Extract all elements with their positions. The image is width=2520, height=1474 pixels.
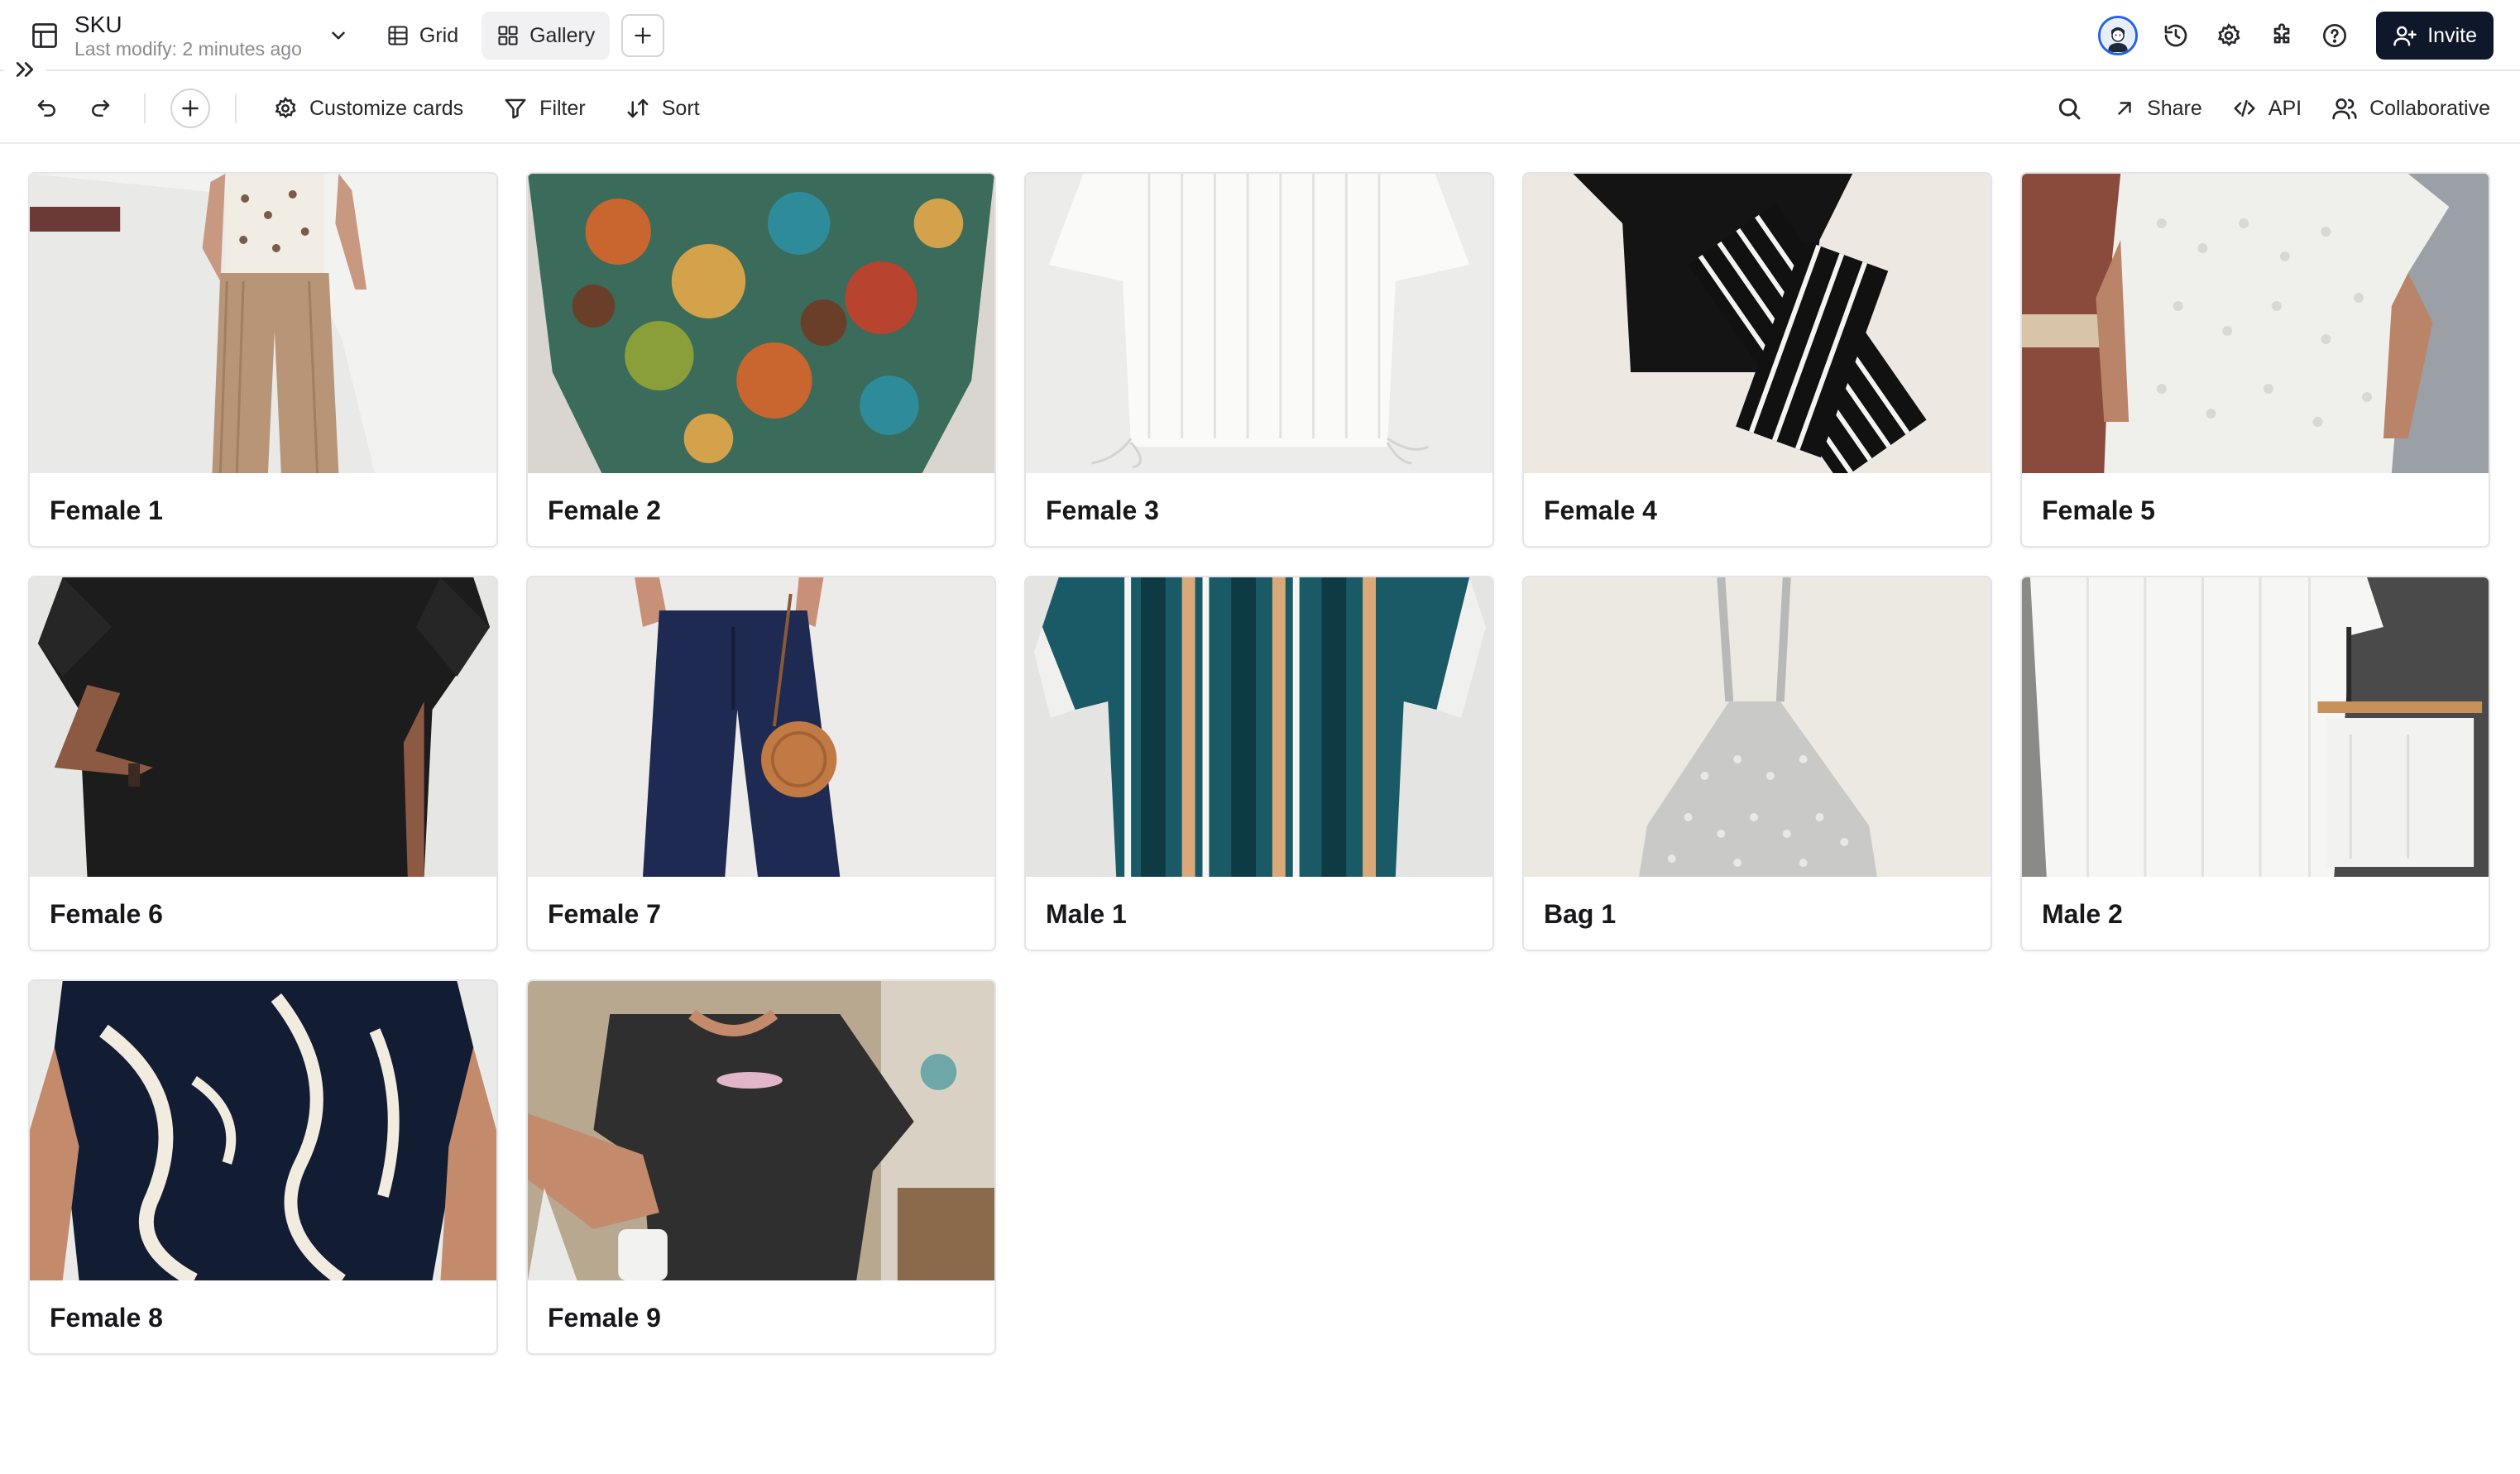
table-title-block: SKU Last modify: 2 minutes ago [74, 12, 302, 60]
share-label: Share [2147, 96, 2202, 120]
product-image [1524, 577, 1991, 877]
toolbar-divider [144, 93, 146, 123]
table-header: SKU Last modify: 2 minutes ago Grid Gall… [26, 10, 665, 61]
gallery-card[interactable]: Female 7 [526, 576, 996, 951]
product-image [2022, 577, 2489, 877]
api-label: API [2268, 96, 2302, 120]
product-image [1524, 174, 1991, 473]
product-image [30, 577, 496, 877]
invite-label: Invite [2427, 23, 2477, 47]
gallery-card[interactable]: Female 8 [28, 979, 498, 1355]
expand-sidebar-icon[interactable] [3, 53, 46, 86]
product-image [1026, 577, 1492, 877]
add-record-button[interactable] [170, 89, 210, 128]
gallery-grid: Female 1 Female 2 Female 3 Female 4 Fema… [28, 172, 2510, 1355]
toolbar-right: Share API Collaborative [2046, 73, 2500, 144]
card-title: Male 1 [1046, 898, 1127, 929]
customize-cards-label: Customize cards [309, 96, 464, 120]
invite-button[interactable]: Invite [2376, 12, 2494, 60]
view-tab-grid[interactable]: Grid [371, 12, 473, 60]
product-image [528, 981, 994, 1280]
card-title: Female 9 [548, 1302, 661, 1333]
gallery-card[interactable]: Female 9 [526, 979, 996, 1355]
gallery-card[interactable]: Female 2 [526, 172, 996, 548]
top-header: SKU Last modify: 2 minutes ago Grid Gall… [0, 0, 2520, 71]
product-image [30, 981, 496, 1280]
api-button[interactable]: API [2222, 85, 2312, 132]
card-title: Female 2 [548, 495, 661, 525]
help-icon[interactable] [2315, 16, 2355, 55]
gallery-card[interactable]: Male 2 [2020, 576, 2490, 951]
product-image [528, 174, 994, 473]
card-title: Female 5 [2042, 495, 2155, 525]
table-icon[interactable] [26, 17, 63, 54]
undo-icon[interactable] [28, 89, 66, 127]
plus-icon [635, 27, 652, 44]
gallery-card[interactable]: Male 1 [1024, 576, 1494, 951]
card-title: Female 4 [1544, 495, 1657, 525]
arrow-up-right-icon [2118, 102, 2131, 115]
product-image [2022, 174, 2489, 473]
product-image [528, 577, 994, 877]
toolbar-left: Customize cards Filter Sort [28, 73, 711, 144]
collaborative-button[interactable]: Collaborative [2321, 85, 2500, 132]
product-image [30, 174, 496, 473]
avatar[interactable] [2098, 16, 2139, 55]
card-title: Female 1 [50, 495, 163, 525]
filter-label: Filter [539, 96, 586, 120]
add-view-button[interactable] [621, 14, 665, 57]
toolbar-divider [235, 93, 237, 123]
sort-label: Sort [661, 96, 700, 120]
gallery-card[interactable]: Female 4 [1522, 172, 1992, 548]
share-button[interactable]: Share [2104, 85, 2212, 132]
search-icon[interactable] [2046, 85, 2092, 132]
redo-icon[interactable] [81, 89, 119, 127]
view-tab-gallery[interactable]: Gallery [481, 12, 611, 60]
card-title: Bag 1 [1544, 898, 1617, 929]
filter-icon [505, 98, 526, 119]
card-title: Male 2 [2042, 898, 2123, 929]
plugin-puzzle-icon[interactable] [2262, 16, 2302, 55]
gallery-card[interactable]: Female 6 [28, 576, 498, 951]
chevron-down-icon[interactable] [323, 21, 353, 50]
history-icon[interactable] [2156, 16, 2196, 55]
collaborative-label: Collaborative [2369, 96, 2490, 120]
code-icon [2234, 100, 2255, 117]
gallery-card[interactable]: Female 1 [28, 172, 498, 548]
table-title[interactable]: SKU [74, 12, 302, 38]
view-toolbar: Customize cards Filter Sort Share API Co… [0, 73, 2520, 144]
user-plus-icon [2393, 26, 2417, 46]
card-title: Female 3 [1046, 495, 1159, 525]
grid-view-icon [388, 26, 408, 45]
header-actions: Invite [2098, 12, 2494, 60]
settings-gear-icon[interactable] [2209, 16, 2249, 55]
gallery-card[interactable]: Female 5 [2020, 172, 2490, 548]
gear-icon [275, 96, 296, 119]
gallery-card[interactable]: Bag 1 [1522, 576, 1992, 951]
users-icon [2332, 98, 2357, 120]
sort-button[interactable]: Sort [614, 85, 711, 132]
card-title: Female 8 [50, 1302, 163, 1333]
gallery-view-icon [498, 26, 518, 45]
card-title: Female 7 [548, 898, 661, 929]
sort-icon [627, 98, 649, 118]
gallery-card[interactable]: Female 3 [1024, 172, 1494, 548]
last-modified-text: Last modify: 2 minutes ago [74, 38, 302, 60]
card-title: Female 6 [50, 898, 163, 929]
product-image [1026, 174, 1492, 473]
view-tab-label: Grid [419, 23, 459, 47]
plus-icon [182, 100, 199, 117]
filter-button[interactable]: Filter [491, 85, 597, 132]
customize-cards-button[interactable]: Customize cards [261, 85, 475, 132]
view-tab-label: Gallery [529, 23, 596, 47]
